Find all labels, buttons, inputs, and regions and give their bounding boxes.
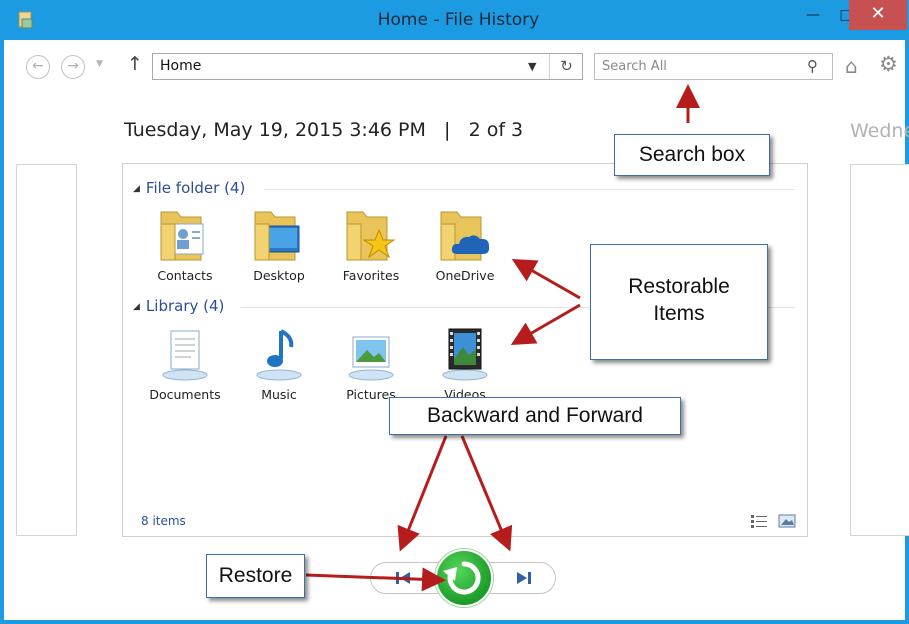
- callout-search-box: Search box: [614, 134, 770, 176]
- arrow-to-folders: [511, 259, 581, 300]
- arrow-to-restore: [305, 567, 446, 592]
- callout-restorable-items: Restorable Items: [590, 244, 768, 360]
- arrow-to-backward: [397, 435, 448, 552]
- callout-restorable-line1: Restorable: [628, 275, 730, 298]
- arrow-to-libraries: [510, 303, 581, 346]
- callout-restore: Restore: [206, 554, 305, 598]
- arrow-to-forward: [460, 435, 513, 552]
- annotation-arrows: [305, 84, 700, 592]
- callout-restorable-line2: Items: [653, 302, 705, 325]
- callout-backward-forward: Backward and Forward: [389, 397, 681, 435]
